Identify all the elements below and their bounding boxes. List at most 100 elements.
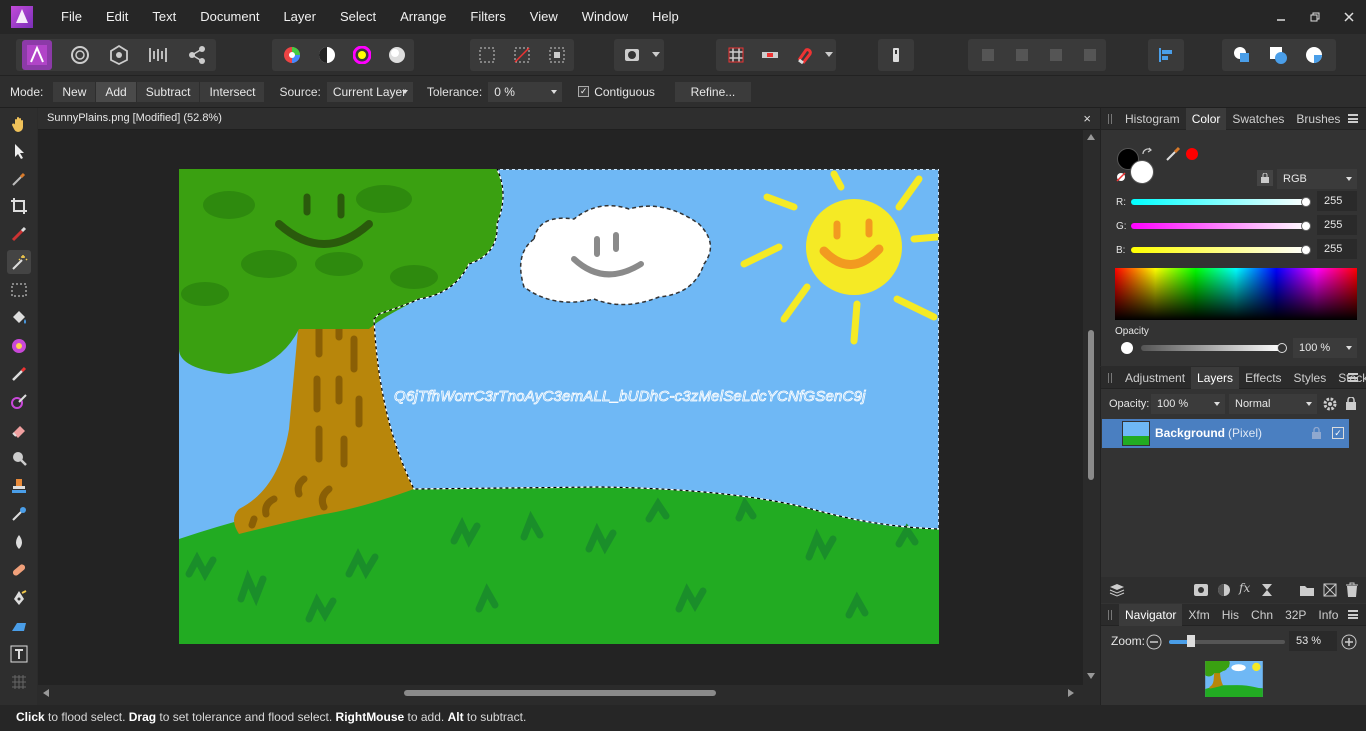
gradient-icon[interactable] — [7, 334, 31, 358]
menu-edit[interactable]: Edit — [94, 0, 140, 34]
horizontal-scrollbar[interactable] — [38, 685, 1083, 702]
color-replace-icon[interactable] — [7, 390, 31, 414]
quick-mask-icon[interactable] — [617, 40, 647, 70]
color-lock-button[interactable] — [1257, 170, 1273, 186]
layer-row[interactable]: Background (Pixel) ✓ — [1102, 419, 1349, 448]
align-icon[interactable] — [1151, 40, 1181, 70]
mesh-warp-icon[interactable] — [7, 670, 31, 694]
snapping-grid-icon[interactable] — [721, 40, 751, 70]
tab-brushes[interactable]: Brushes — [1290, 108, 1346, 130]
tab-histogram[interactable]: Histogram — [1119, 108, 1186, 130]
tab-styles[interactable]: Styles — [1288, 367, 1333, 389]
document-tab[interactable]: SunnyPlains.png [Modified] (52.8%) × — [38, 108, 1100, 130]
white-balance-icon[interactable] — [382, 40, 412, 70]
vertical-scroll-thumb[interactable] — [1088, 330, 1094, 480]
r-slider[interactable] — [1131, 199, 1307, 205]
scroll-left-icon[interactable] — [43, 689, 49, 697]
move-icon[interactable] — [7, 139, 31, 163]
g-slider-knob[interactable] — [1301, 221, 1311, 231]
horizontal-scroll-thumb[interactable] — [404, 690, 716, 696]
stroke-swatch[interactable] — [1130, 160, 1154, 184]
tab-layers[interactable]: Layers — [1191, 366, 1240, 389]
tab-xfm[interactable]: Xfm — [1182, 604, 1215, 626]
boolean-add-icon[interactable] — [1227, 40, 1257, 70]
source-dropdown[interactable]: Current Layer — [326, 81, 413, 102]
tab-32p[interactable]: 32P — [1279, 604, 1312, 626]
g-value[interactable]: 255 — [1317, 215, 1357, 235]
persona-photo-icon[interactable] — [22, 40, 52, 70]
arrange-forward-icon[interactable] — [1041, 40, 1071, 70]
dodge-icon[interactable] — [7, 446, 31, 470]
blur-icon[interactable] — [7, 530, 31, 554]
boolean-intersect-icon[interactable] — [1299, 40, 1329, 70]
scroll-down-icon[interactable] — [1087, 673, 1095, 679]
selection-brush-icon[interactable] — [7, 222, 31, 246]
snapping-icon[interactable] — [755, 40, 785, 70]
hand-icon[interactable] — [7, 112, 31, 136]
tab-navigator[interactable]: Navigator — [1119, 603, 1183, 626]
tab-info[interactable]: Info — [1312, 604, 1344, 626]
healing-icon[interactable] — [7, 558, 31, 582]
color-model-dropdown[interactable]: RGB — [1277, 169, 1357, 189]
persona-export-icon[interactable] — [182, 40, 212, 70]
layer-lock-icon[interactable] — [1312, 427, 1321, 439]
zoom-in-icon[interactable] — [1341, 634, 1357, 650]
vertical-scrollbar[interactable] — [1083, 130, 1100, 685]
menu-window[interactable]: Window — [570, 0, 640, 34]
menu-document[interactable]: Document — [188, 0, 271, 34]
pen-icon[interactable] — [7, 586, 31, 610]
menu-arrange[interactable]: Arrange — [388, 0, 458, 34]
shape-icon[interactable] — [7, 614, 31, 638]
no-fill-icon[interactable] — [1116, 172, 1126, 182]
b-slider[interactable] — [1131, 247, 1307, 253]
tab-adjustment[interactable]: Adjustment — [1119, 367, 1191, 389]
deselect-icon[interactable] — [507, 40, 537, 70]
panel-menu-icon[interactable] — [1348, 114, 1358, 123]
panel-menu-icon[interactable] — [1348, 610, 1358, 619]
mask-dropdown-icon[interactable] — [648, 40, 664, 70]
layers-stack-icon[interactable] — [1109, 583, 1125, 597]
color-picker-icon[interactable] — [7, 167, 31, 191]
hsl-icon[interactable] — [347, 40, 377, 70]
trash-icon[interactable] — [1346, 582, 1358, 597]
crop-icon[interactable] — [7, 194, 31, 218]
panel-grip-icon[interactable] — [1108, 114, 1112, 124]
tolerance-field[interactable]: 0 % — [488, 81, 563, 102]
adjustment-layer-icon[interactable] — [1217, 583, 1231, 597]
r-slider-knob[interactable] — [1301, 197, 1311, 207]
color-spectrum[interactable] — [1115, 268, 1357, 320]
retouch-icon[interactable] — [7, 502, 31, 526]
color-wheel-icon[interactable] — [277, 40, 307, 70]
fx-icon[interactable]: fx — [1239, 581, 1250, 595]
snapping-dropdown-icon[interactable] — [821, 40, 837, 70]
text-icon[interactable] — [7, 642, 31, 666]
panel-grip-icon[interactable] — [1108, 610, 1112, 620]
tab-swatches[interactable]: Swatches — [1226, 108, 1290, 130]
boolean-subtract-icon[interactable] — [1263, 40, 1293, 70]
artboard-image[interactable]: Q6jTfhWorrC3rTnoAyC3emALL_bUDhC-c3zMelSe… — [179, 169, 939, 644]
menu-text[interactable]: Text — [140, 0, 188, 34]
navigator-thumbnail[interactable] — [1205, 661, 1263, 697]
mask-layer-icon[interactable] — [1194, 584, 1208, 596]
zoom-slider-knob[interactable] — [1187, 635, 1195, 647]
persona-develop-icon[interactable] — [104, 40, 134, 70]
arrange-backward-icon[interactable] — [1007, 40, 1037, 70]
tab-effects[interactable]: Effects — [1239, 367, 1287, 389]
contiguous-checkbox[interactable]: ✓ — [578, 86, 590, 97]
flood-fill-icon[interactable] — [7, 306, 31, 330]
mode-add-button[interactable]: Add — [96, 81, 137, 102]
arrange-back-icon[interactable] — [973, 40, 1003, 70]
blend-mode-dropdown[interactable]: Normal — [1229, 394, 1317, 414]
menu-view[interactable]: View — [518, 0, 570, 34]
invert-selection-icon[interactable] — [542, 40, 572, 70]
gear-icon[interactable] — [1323, 397, 1337, 411]
contrast-icon[interactable] — [312, 40, 342, 70]
close-icon[interactable] — [1332, 0, 1366, 34]
tab-history[interactable]: His — [1216, 604, 1245, 626]
close-document-icon[interactable]: × — [1083, 111, 1091, 126]
arrange-front-icon[interactable] — [1075, 40, 1105, 70]
layer-visibility-checkbox[interactable]: ✓ — [1332, 427, 1344, 439]
mode-subtract-button[interactable]: Subtract — [136, 81, 201, 102]
swap-colors-icon[interactable] — [1141, 146, 1153, 158]
g-slider[interactable] — [1131, 223, 1307, 229]
